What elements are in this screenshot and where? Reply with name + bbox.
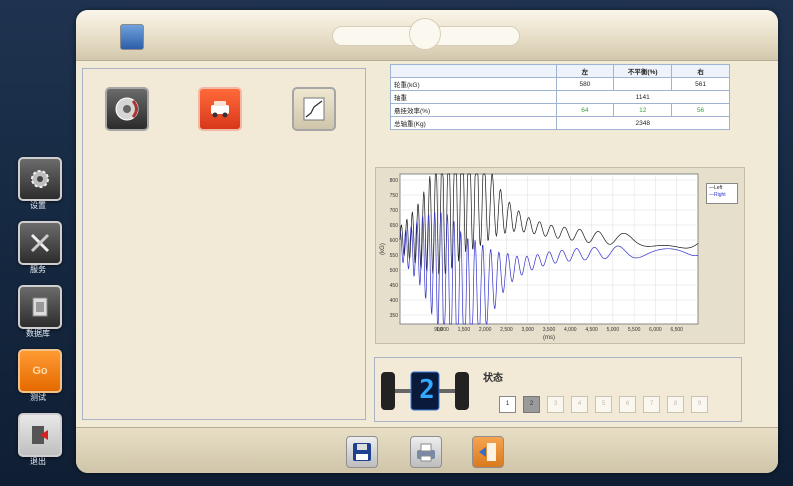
database-button[interactable] [18,285,62,329]
exit-label: 退出 [30,457,46,466]
x-tick-label: 1,000 [436,327,449,333]
step-9[interactable]: 9 [691,396,708,413]
y-tick-label: 350 [390,313,399,319]
left-panel [82,68,366,420]
exit-door-button[interactable] [472,436,504,468]
y-tick-label: 700 [390,208,399,214]
y-tick-label: 800 [390,178,399,184]
suspension-test-button[interactable] [198,87,242,131]
test-label: 测试 [30,393,46,402]
exit-button[interactable] [18,413,62,457]
x-tick-label: 4,500 [585,327,598,333]
x-tick-label: 2,000 [479,327,492,333]
x-tick-label: 3,500 [543,327,556,333]
x-tick-label: 5,500 [628,327,641,333]
x-tick-label: 5,000 [607,327,620,333]
chart-legend: —Left —Right [706,183,738,204]
x-tick-label: 1,500 [458,327,471,333]
x-tick-label: 6,500 [670,327,683,333]
legend-left: —Left [709,185,723,191]
download-icon[interactable] [120,24,144,50]
y-axis-label: (kG) [380,243,386,255]
y-tick-label: 600 [390,238,399,244]
step-7[interactable]: 7 [643,396,660,413]
settings-button[interactable] [18,157,62,201]
x-axis-label: (ms) [543,335,555,341]
settings-label: 设置 [30,201,46,210]
step-3[interactable]: 3 [547,396,564,413]
table-row: 总轴重(Kg) 2348 [390,116,730,130]
service-label: 服务 [30,265,46,274]
step-8[interactable]: 8 [667,396,684,413]
go-icon: Go [32,365,48,377]
step-display: 2 [419,375,435,405]
step-1[interactable]: 1 [499,396,516,413]
chart-panel: 350 400 450 500 550 600 650 700 750 800 900 1,000 1,… [375,167,745,344]
save-icon [353,443,371,461]
y-tick-label: 500 [390,268,399,274]
step-5[interactable]: 5 [595,396,612,413]
x-tick-label: 6,000 [649,327,662,333]
y-tick-label: 650 [390,223,399,229]
database-icon [32,297,48,317]
test-go-button[interactable]: Go [18,349,62,393]
gear-icon [31,170,49,188]
col-header-left: 左 [555,64,615,78]
table-row: 悬挂效率(%) 64 12 56 [390,103,730,117]
y-tick-label: 450 [390,283,399,289]
car-front-icon [211,101,229,118]
curve-test-button[interactable] [292,87,336,131]
status-panel: 2 状态 1 2 3 4 5 6 7 8 9 [374,357,742,422]
x-tick-label: 3,000 [521,327,534,333]
suspension-curve-icon [303,97,325,121]
title-knob [409,18,441,50]
summary-table: 左 不平衡(%) 右 轮重(kG) 580 561 轴重 1141 悬挂效率(%… [390,64,730,130]
col-header-blank [390,64,557,78]
x-tick-label: 2,500 [500,327,513,333]
brake-test-button[interactable] [105,87,149,131]
status-title: 状态 [483,373,503,384]
step-6[interactable]: 6 [619,396,636,413]
step-4[interactable]: 4 [571,396,588,413]
table-row: 轮重(kG) 580 561 [390,77,730,91]
col-header-right: 右 [671,64,730,78]
y-tick-label: 750 [390,193,399,199]
tools-icon [30,233,50,253]
col-header-imbalance: 不平衡(%) [613,64,673,78]
save-button[interactable] [346,436,378,468]
table-row: 轴重 1141 [390,90,730,104]
step-2[interactable]: 2 [523,396,540,413]
x-tick-label: 4,000 [564,327,577,333]
database-label: 数据库 [26,329,50,338]
print-icon [417,443,435,462]
brake-disc-icon [115,97,139,121]
y-tick-label: 400 [390,298,399,304]
chart: 3504004505005506006507007508009001,000 1,… [380,173,699,341]
sidebar: 设置 服务 数据库 Go 测试 退出 [0,0,76,486]
bottom-toolbar [76,427,778,473]
main-window: 左 不平衡(%) 右 轮重(kG) 580 561 轴重 1141 悬挂效率(%… [76,10,778,473]
exit-door-icon [479,443,496,461]
service-button[interactable] [18,221,62,265]
y-tick-label: 550 [390,253,399,259]
exit-icon [32,426,48,444]
print-button[interactable] [410,436,442,468]
top-bar [76,10,778,61]
legend-right: —Right [709,192,726,198]
